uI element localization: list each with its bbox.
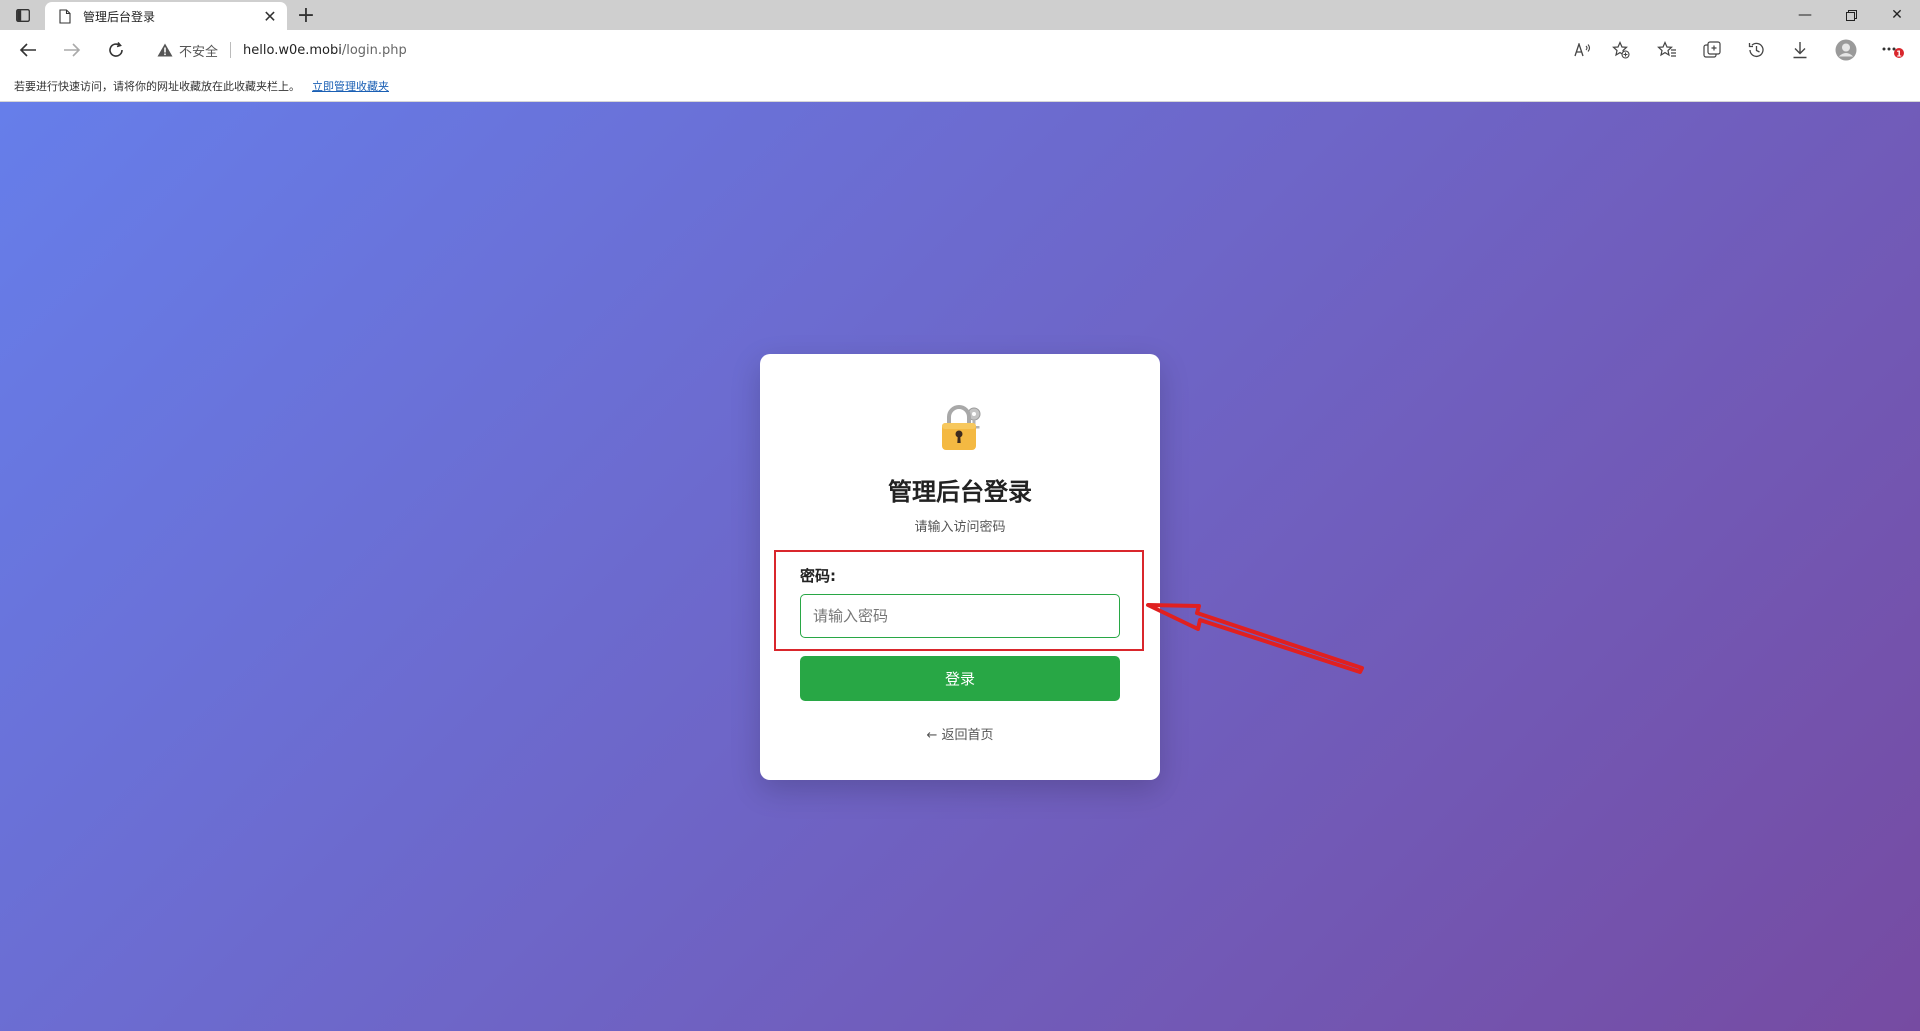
star-add-icon: [1612, 41, 1630, 59]
tab-actions-button[interactable]: [12, 5, 34, 25]
tab-actions-icon: [16, 8, 30, 22]
browser-toolbar: 不安全 hello.w0e.mobi/login.php 1: [0, 30, 1920, 70]
login-page: 管理后台登录 请输入访问密码 密码: 登录 ← 返回首页: [0, 102, 1920, 1031]
download-icon: [1793, 42, 1807, 59]
history-button[interactable]: [1741, 36, 1771, 64]
more-options-icon: 1: [1882, 47, 1904, 58]
favorites-bar-hint: 若要进行快速访问，请将你的网址收藏放在此收藏夹栏上。: [14, 79, 300, 93]
window-controls: — ✕: [1782, 0, 1920, 30]
restore-icon: [1845, 9, 1857, 21]
notification-badge: 1: [1896, 49, 1902, 58]
restore-button[interactable]: [1828, 0, 1874, 30]
login-title: 管理后台登录: [888, 478, 1032, 506]
forward-button[interactable]: [57, 36, 87, 64]
back-button[interactable]: [13, 36, 43, 64]
back-arrow-icon: [19, 43, 36, 57]
read-aloud-button[interactable]: [1568, 36, 1598, 64]
login-button[interactable]: 登录: [800, 656, 1120, 701]
avatar-icon: [1835, 39, 1857, 61]
favorites-button[interactable]: [1652, 36, 1682, 64]
profile-button[interactable]: [1831, 36, 1861, 64]
tab-title: 管理后台登录: [83, 9, 156, 24]
active-tab[interactable]: 管理后台登录 ✕: [45, 2, 287, 30]
back-to-home-link[interactable]: ← 返回首页: [760, 724, 1160, 743]
login-subtitle: 请输入访问密码: [914, 520, 1006, 535]
red-arrow-icon: [1146, 603, 1364, 674]
settings-menu-button[interactable]: 1: [1878, 36, 1908, 64]
new-tab-button[interactable]: +: [294, 3, 318, 28]
url-host: hello.w0e.mobi: [243, 42, 342, 58]
close-window-button[interactable]: ✕: [1874, 0, 1920, 30]
security-label[interactable]: 不安全: [179, 41, 218, 60]
minimize-button[interactable]: —: [1782, 0, 1828, 30]
tab-close-icon[interactable]: ✕: [261, 7, 279, 26]
lock-with-key-icon: [942, 405, 981, 450]
collections-icon: [1703, 41, 1721, 58]
favorites-bar: 若要进行快速访问，请将你的网址收藏放在此收藏夹栏上。 立即管理收藏夹: [0, 70, 1920, 102]
page-icon: [59, 8, 73, 24]
login-card: 管理后台登录 请输入访问密码 密码: 登录 ← 返回首页: [760, 354, 1160, 780]
url-text[interactable]: hello.w0e.mobi/login.php: [243, 43, 407, 58]
url-path: /login.php: [341, 42, 407, 58]
address-bar[interactable]: 不安全 hello.w0e.mobi/login.php: [145, 34, 1600, 66]
password-input[interactable]: [800, 594, 1120, 638]
history-icon: [1748, 42, 1764, 58]
password-label: 密码:: [800, 567, 836, 585]
tab-bar: 管理后台登录 ✕ + — ✕: [0, 0, 1920, 30]
warning-icon[interactable]: [157, 43, 173, 57]
read-aloud-icon: [1574, 43, 1591, 57]
address-separator: [230, 42, 232, 58]
refresh-icon: [109, 41, 123, 57]
forward-arrow-icon: [64, 43, 81, 57]
collections-button[interactable]: [1697, 36, 1727, 64]
refresh-button[interactable]: [101, 36, 131, 64]
manage-favorites-link[interactable]: 立即管理收藏夹: [312, 78, 389, 94]
downloads-button[interactable]: [1785, 36, 1815, 64]
favorites-icon: [1657, 41, 1676, 57]
add-favorite-button[interactable]: [1606, 36, 1636, 64]
